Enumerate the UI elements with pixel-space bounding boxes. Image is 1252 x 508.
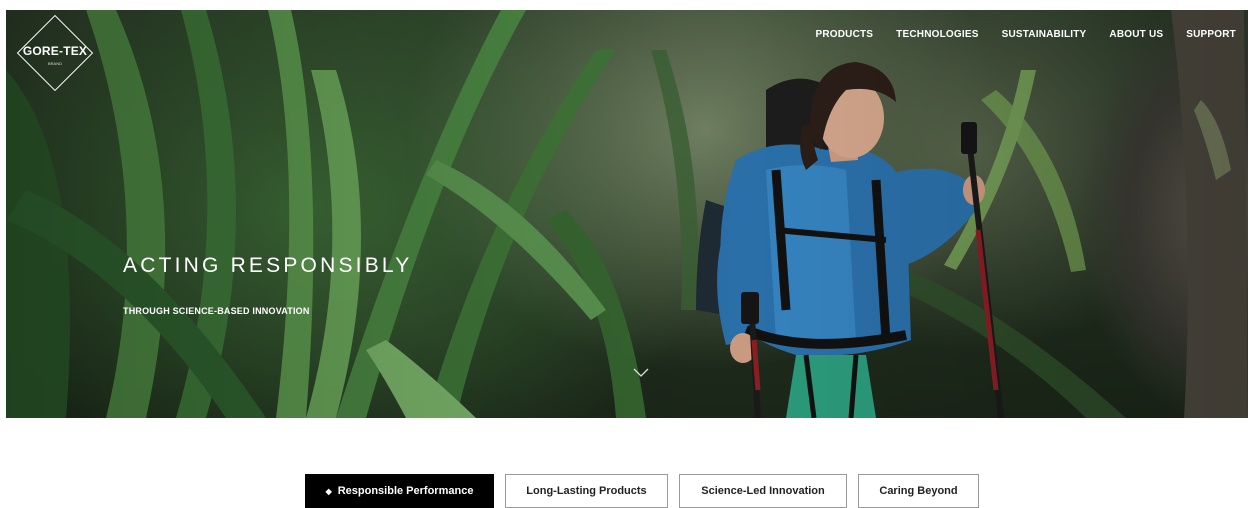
hero-overlay — [6, 10, 1248, 418]
tab-responsible-performance[interactable]: ◆ Responsible Performance — [305, 474, 494, 508]
nav-item-support[interactable]: SUPPORT — [1186, 29, 1236, 40]
page: GORE-TEX BRAND PRODUCTS TECHNOLOGIES SUS… — [0, 0, 1252, 508]
category-tabs: ◆ Responsible Performance Long-Lasting P… — [305, 474, 990, 508]
logo-subtext: BRAND — [47, 61, 62, 66]
hero-subheadline: THROUGH SCIENCE-BASED INNOVATION — [123, 306, 310, 316]
diamond-bullet-icon: ◆ — [325, 486, 332, 496]
tab-long-lasting-products[interactable]: Long-Lasting Products — [505, 474, 668, 508]
main-nav: PRODUCTS TECHNOLOGIES SUSTAINABILITY ABO… — [792, 29, 1236, 40]
nav-item-technologies[interactable]: TECHNOLOGIES — [896, 29, 978, 40]
chevron-down-icon[interactable] — [633, 368, 649, 378]
hero-banner: GORE-TEX BRAND PRODUCTS TECHNOLOGIES SUS… — [6, 10, 1248, 418]
tab-science-led-innovation[interactable]: Science-Led Innovation — [679, 474, 847, 508]
nav-item-sustainability[interactable]: SUSTAINABILITY — [1002, 29, 1087, 40]
tab-label: Science-Led Innovation — [701, 485, 825, 497]
nav-item-about-us[interactable]: ABOUT US — [1109, 29, 1163, 40]
hero-headline: ACTING RESPONSIBLY — [123, 254, 413, 277]
gore-tex-logo[interactable]: GORE-TEX BRAND — [16, 14, 94, 92]
logo-text: GORE-TEX — [22, 44, 88, 58]
tab-caring-beyond[interactable]: Caring Beyond — [858, 474, 979, 508]
tab-label: Long-Lasting Products — [526, 485, 647, 497]
tab-label: Caring Beyond — [879, 485, 958, 497]
nav-item-products[interactable]: PRODUCTS — [815, 29, 873, 40]
tab-label: Responsible Performance — [337, 485, 474, 497]
